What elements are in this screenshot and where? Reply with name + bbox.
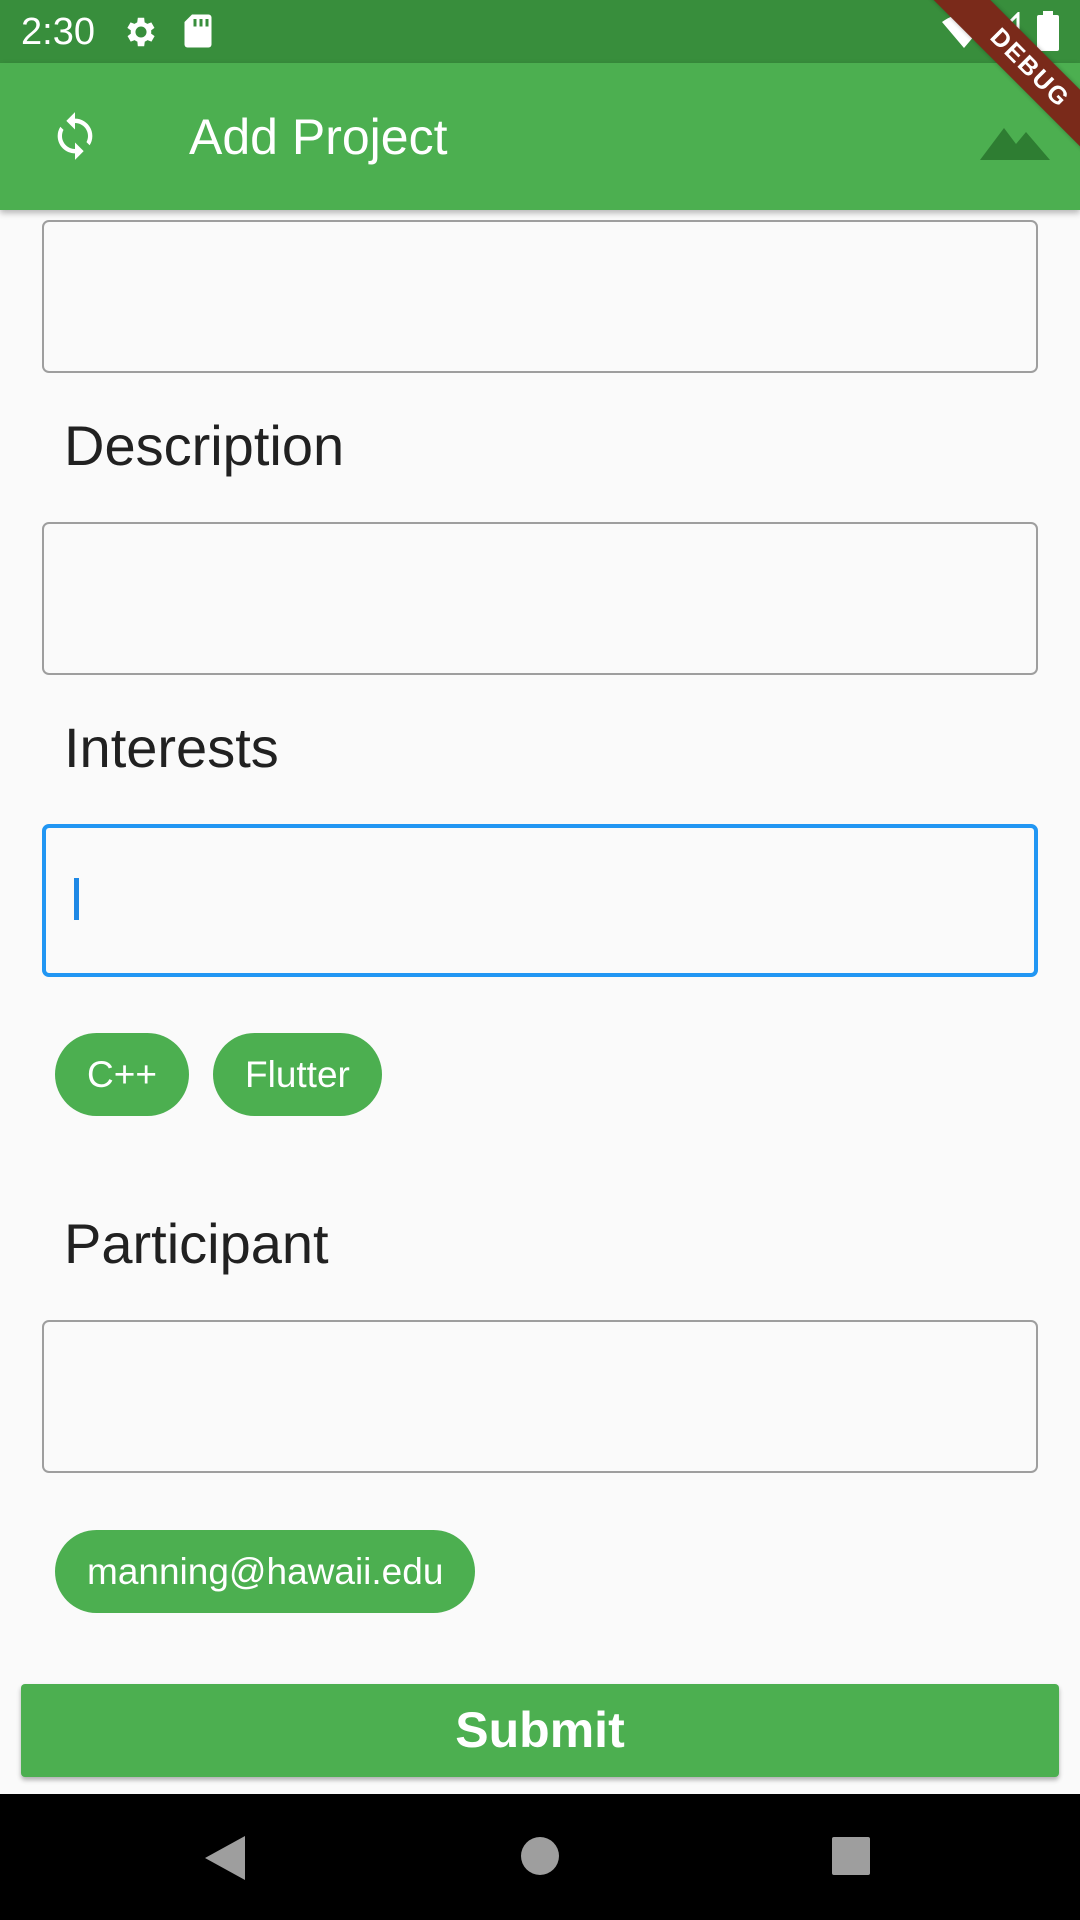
interests-label: Interests [64,716,279,779]
recents-icon[interactable] [831,1836,871,1876]
refresh-icon [57,112,93,160]
description-label: Description [64,414,345,477]
description-field[interactable] [42,522,1038,675]
title-field[interactable] [42,220,1038,373]
refresh-button[interactable] [40,101,110,171]
page-title: Add Project [189,109,448,165]
participant-label: Participant [64,1212,329,1275]
system-nav-bar [0,1794,1080,1920]
app-bar: Add Project [0,63,1080,210]
back-icon[interactable] [203,1834,247,1882]
status-bar: 2:30 [0,0,1080,63]
mountain-icon [980,128,1050,160]
participant-chip[interactable]: manning@hawaii.edu [55,1530,476,1613]
interest-chip-cpp[interactable]: C++ [55,1033,189,1116]
gear-icon [127,17,155,47]
submit-button[interactable]: Submit [21,1684,1059,1777]
sd-card-icon [184,14,212,48]
battery-icon [1037,11,1059,51]
participant-field[interactable] [42,1320,1038,1473]
interests-field[interactable] [42,824,1038,977]
mountain-button[interactable] [980,118,1050,160]
interest-chip-flutter[interactable]: Flutter [213,1033,382,1116]
status-time: 2:30 [21,11,95,53]
home-icon[interactable] [520,1836,560,1876]
text-caret [74,878,79,920]
